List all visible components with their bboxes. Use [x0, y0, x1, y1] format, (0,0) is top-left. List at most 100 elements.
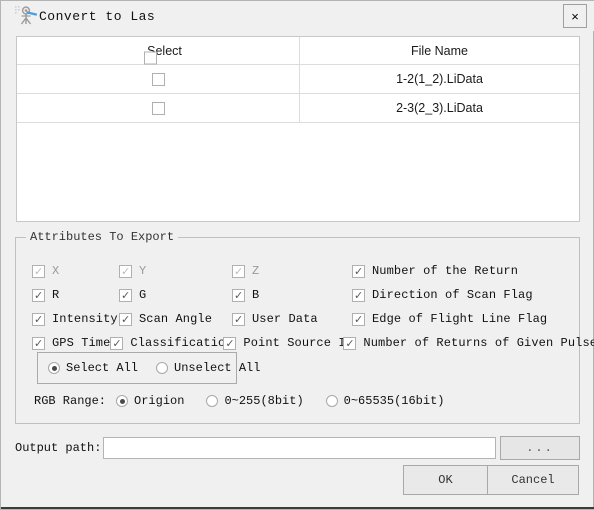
row-file-name: 1-2(1_2).LiData [396, 72, 483, 86]
attribute-classification-checkbox[interactable]: ✓ [110, 336, 124, 350]
row-file-name-cell: 2-3(2_3).LiData [300, 94, 579, 122]
attribute-z-label: Z [252, 264, 260, 278]
attribute-user-data-label: User Data [252, 312, 318, 326]
browse-button[interactable]: ... [500, 436, 580, 460]
window-title: Convert to Las [39, 8, 156, 24]
attribute-intensity[interactable]: ✓ Intensity [32, 312, 119, 326]
attribute-g-checkbox[interactable]: ✓ [119, 288, 132, 302]
select-all-files-checkbox[interactable] [144, 51, 158, 64]
row-select-cell[interactable] [17, 65, 300, 93]
unselect-all-radio[interactable]: Unselect All [156, 361, 260, 375]
attributes-checkbox-grid: ✓ X ✓ Y ✓ Z ✓ Number of the Return ✓ R ✓… [32, 260, 594, 356]
row-select-cell[interactable] [17, 94, 300, 122]
attribute-direction-of-scan-flag[interactable]: ✓ Direction of Scan Flag [352, 288, 533, 302]
table-empty-area [17, 123, 579, 221]
rgb-range-row: RGB Range: Origion 0~255(8bit) 0~65535(1… [34, 394, 444, 408]
rgb-option-8bit-label: 0~255(8bit) [224, 394, 304, 408]
attribute-g-label: G [139, 288, 147, 302]
cancel-button[interactable]: Cancel [487, 465, 579, 495]
attribute-classification-label: Classification [130, 336, 233, 350]
attribute-scan-angle[interactable]: ✓ Scan Angle [119, 312, 232, 326]
lidar-scanner-icon [15, 5, 38, 27]
attribute-classification[interactable]: ✓ Classification [110, 336, 233, 350]
attribute-number-of-the-return[interactable]: ✓ Number of the Return [352, 264, 518, 278]
select-all-radio-label: Select All [66, 361, 139, 375]
attribute-scan-angle-checkbox[interactable]: ✓ [119, 312, 132, 326]
attribute-user-data-checkbox[interactable]: ✓ [232, 312, 245, 326]
row-file-name-cell: 1-2(1_2).LiData [300, 65, 579, 93]
attribute-x-checkbox[interactable]: ✓ [32, 264, 45, 278]
dialog-button-row: OK Cancel [403, 465, 579, 495]
column-header-file-name-label: File Name [411, 43, 468, 58]
attribute-r-checkbox[interactable]: ✓ [32, 288, 45, 302]
attribute-intensity-label: Intensity [52, 312, 118, 326]
title-bar: Convert to Las × [1, 1, 594, 31]
file-table[interactable]: Select File Name 1-2(1_2).LiData 2-3(2_3… [16, 36, 580, 222]
attribute-point-source-id[interactable]: ✓ Point Source ID [223, 336, 353, 350]
attribute-z-checkbox[interactable]: ✓ [232, 264, 245, 278]
rgb-option-16bit[interactable]: 0~65535(16bit) [325, 394, 445, 408]
attribute-y[interactable]: ✓ Y [119, 264, 232, 278]
close-icon[interactable]: × [563, 4, 587, 28]
attribute-number-of-returns-of-given-pulse[interactable]: ✓ Number of Returns of Given Pulse [343, 336, 594, 350]
attribute-r-label: R [52, 288, 60, 302]
attributes-to-export-group: Attributes To Export ✓ X ✓ Y ✓ Z ✓ Numbe… [15, 230, 594, 424]
attribute-scan-angle-label: Scan Angle [139, 312, 213, 326]
close-glyph: × [571, 8, 579, 24]
rgb-option-origion[interactable]: Origion [116, 394, 184, 408]
attributes-row: ✓ Intensity ✓ Scan Angle ✓ User Data ✓ E… [32, 308, 572, 330]
attribute-intensity-checkbox[interactable]: ✓ [32, 312, 45, 326]
rgb-option-8bit[interactable]: 0~255(8bit) [206, 394, 304, 408]
attribute-g[interactable]: ✓ G [119, 288, 232, 302]
select-all-radio-indicator[interactable] [48, 362, 60, 374]
table-row[interactable]: 2-3(2_3).LiData [17, 94, 579, 123]
attributes-row: ✓ GPS Time ✓ Classification ✓ Point Sour… [32, 332, 594, 354]
window-bottom-edge [1, 507, 594, 509]
attribute-edge-of-flight-line-flag[interactable]: ✓ Edge of Flight Line Flag [352, 312, 547, 326]
attribute-b-label: B [252, 288, 260, 302]
unselect-all-radio-label: Unselect All [174, 361, 261, 375]
attribute-number-of-the-return-checkbox[interactable]: ✓ [352, 264, 365, 278]
rgb-option-16bit-label: 0~65535(16bit) [343, 394, 445, 408]
attribute-direction-of-scan-flag-label: Direction of Scan Flag [372, 288, 533, 302]
attribute-user-data[interactable]: ✓ User Data [232, 312, 352, 326]
attribute-gps-time[interactable]: ✓ GPS Time [32, 336, 110, 350]
attribute-direction-of-scan-flag-checkbox[interactable]: ✓ [352, 288, 365, 302]
column-header-select: Select [17, 37, 300, 64]
attributes-row: ✓ R ✓ G ✓ B ✓ Direction of Scan Flag [32, 284, 572, 306]
ok-button-label: OK [438, 473, 453, 487]
select-all-radio[interactable]: Select All [48, 361, 138, 375]
attribute-z[interactable]: ✓ Z [232, 264, 352, 278]
attribute-y-label: Y [139, 264, 147, 278]
attribute-b[interactable]: ✓ B [232, 288, 352, 302]
row-checkbox[interactable] [151, 101, 165, 115]
attribute-y-checkbox[interactable]: ✓ [119, 264, 132, 278]
attribute-edge-of-flight-line-flag-checkbox[interactable]: ✓ [352, 312, 365, 326]
column-header-file-name: File Name [300, 37, 579, 64]
ok-button[interactable]: OK [403, 465, 488, 495]
attribute-b-checkbox[interactable]: ✓ [232, 288, 245, 302]
rgb-range-label: RGB Range: [34, 394, 107, 408]
attribute-x-label: X [52, 264, 60, 278]
rgb-option-8bit-indicator[interactable] [206, 395, 219, 407]
table-row[interactable]: 1-2(1_2).LiData [17, 65, 579, 94]
output-path-input[interactable] [103, 437, 496, 459]
cancel-button-label: Cancel [511, 473, 555, 487]
attribute-point-source-id-checkbox[interactable]: ✓ [223, 336, 237, 350]
rgb-option-16bit-indicator[interactable] [325, 395, 338, 407]
rgb-option-origion-label: Origion [134, 394, 185, 408]
attribute-r[interactable]: ✓ R [32, 288, 119, 302]
attribute-x[interactable]: ✓ X [32, 264, 119, 278]
attribute-number-of-returns-of-given-pulse-checkbox[interactable]: ✓ [343, 336, 357, 350]
table-header-row: Select File Name [17, 37, 579, 65]
output-path-label: Output path: [15, 441, 102, 455]
attribute-number-of-returns-of-given-pulse-label: Number of Returns of Given Pulse [363, 336, 594, 350]
attribute-gps-time-label: GPS Time [52, 336, 111, 350]
browse-button-label: ... [526, 441, 554, 455]
attribute-gps-time-checkbox[interactable]: ✓ [32, 336, 45, 350]
unselect-all-radio-indicator[interactable] [156, 362, 169, 374]
row-checkbox[interactable] [151, 72, 165, 86]
attributes-row: ✓ X ✓ Y ✓ Z ✓ Number of the Return [32, 260, 572, 282]
rgb-option-origion-indicator[interactable] [116, 395, 129, 407]
output-path-row: Output path: ... [15, 436, 580, 460]
